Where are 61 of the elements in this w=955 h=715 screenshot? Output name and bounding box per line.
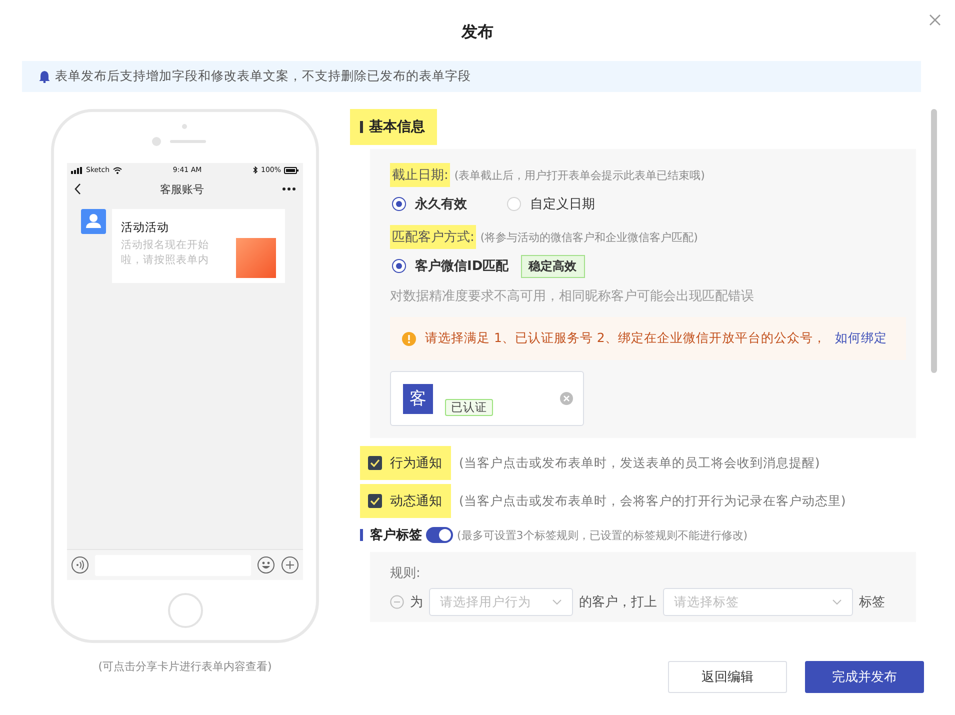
battery-icon — [284, 166, 299, 174]
notification-hint: (当客户点击或发布表单时，会将客户的打开行为记录在客户动态里) — [459, 492, 846, 510]
accent-bar — [360, 121, 363, 133]
check-icon — [370, 459, 380, 467]
plus-icon[interactable] — [281, 556, 299, 574]
field-label: 截止日期: — [390, 163, 450, 187]
radio-option[interactable]: 客户微信ID匹配 — [392, 257, 509, 275]
chat-title: 客服账号 — [159, 182, 205, 196]
warning-icon — [402, 332, 416, 346]
notice-text: 表单发布后支持增加字段和修改表单文案，不支持删除已发布的表单字段 — [55, 68, 471, 85]
checkbox[interactable] — [368, 456, 382, 470]
scrollbar-thumb[interactable] — [931, 109, 937, 373]
notification-checkbox[interactable]: 行为通知 — [360, 446, 451, 480]
share-card[interactable]: 活动活动 活动报名现在开始啦，请按照表单内 — [112, 209, 285, 283]
field-hint: (将参与活动的微信客户和企业微信客户匹配) — [480, 230, 698, 244]
radio-button[interactable] — [392, 259, 406, 273]
publish-button[interactable]: 完成并发布 — [805, 661, 924, 693]
notification-hint: (当客户点击或发布表单时，发送表单的员工将会收到消息提醒) — [459, 454, 820, 472]
back-chevron-icon[interactable] — [74, 183, 82, 195]
close-icon[interactable] — [929, 14, 941, 26]
field-label: 匹配客户方式: — [390, 225, 476, 249]
section-title: 基本信息 — [369, 118, 425, 136]
toggle-switch[interactable] — [426, 527, 453, 543]
radio-option[interactable]: 永久有效 — [392, 195, 467, 213]
notification-checkbox[interactable]: 动态通知 — [360, 484, 451, 518]
check-icon — [370, 497, 380, 505]
account-avatar: 客 — [403, 384, 433, 414]
chevron-down-icon — [832, 599, 842, 605]
radio-option[interactable]: 自定义日期 — [507, 195, 595, 213]
sensor-dot — [182, 124, 187, 129]
rule-text: 标签 — [859, 594, 885, 611]
signal-icon — [71, 166, 83, 174]
bell-icon — [39, 70, 50, 83]
help-link[interactable]: 如何绑定 — [834, 330, 887, 347]
card-description: 活动报名现在开始啦，请按照表单内 — [121, 238, 210, 268]
field-hint: (表单截止后，用户打开表单会提示此表单已结束哦) — [454, 168, 705, 182]
avatar-icon — [81, 209, 106, 234]
card-title: 活动活动 — [121, 220, 170, 235]
preview-caption: (可点击分享卡片进行表单内容查看) — [98, 659, 272, 674]
rule-text: 为 — [410, 594, 423, 611]
tag-hint: (最多可设置3个标签规则，已设置的标签规则不能进行修改) — [457, 528, 748, 542]
emoji-icon[interactable] — [257, 556, 275, 574]
rule-label: 规则: — [390, 565, 422, 582]
back-button[interactable]: 返回编辑 — [668, 661, 787, 693]
checkbox[interactable] — [368, 494, 382, 508]
thumbnail-placeholder — [236, 238, 276, 278]
warning-text: 请选择满足 1、已认证服务号 2、绑定在企业微信开放平台的公众号， — [425, 330, 826, 347]
radio-button[interactable] — [392, 197, 406, 211]
status-tag: 稳定高效 — [520, 254, 585, 278]
dialog-title: 发布 — [462, 22, 494, 43]
section-title: 客户标签 — [370, 526, 422, 544]
front-camera — [152, 137, 161, 146]
chevron-down-icon — [552, 599, 562, 605]
voice-icon[interactable] — [71, 556, 89, 574]
bluetooth-icon — [252, 166, 258, 174]
wifi-icon — [112, 166, 122, 174]
verified-badge: 已认证 — [445, 399, 493, 416]
rule-text: 的客户，打上 — [579, 594, 657, 611]
more-icon[interactable] — [282, 187, 296, 191]
accent-bar — [360, 529, 363, 541]
match-note: 对数据精准度要求不高可用，相同昵称客户可能会出现匹配错误 — [390, 288, 755, 305]
